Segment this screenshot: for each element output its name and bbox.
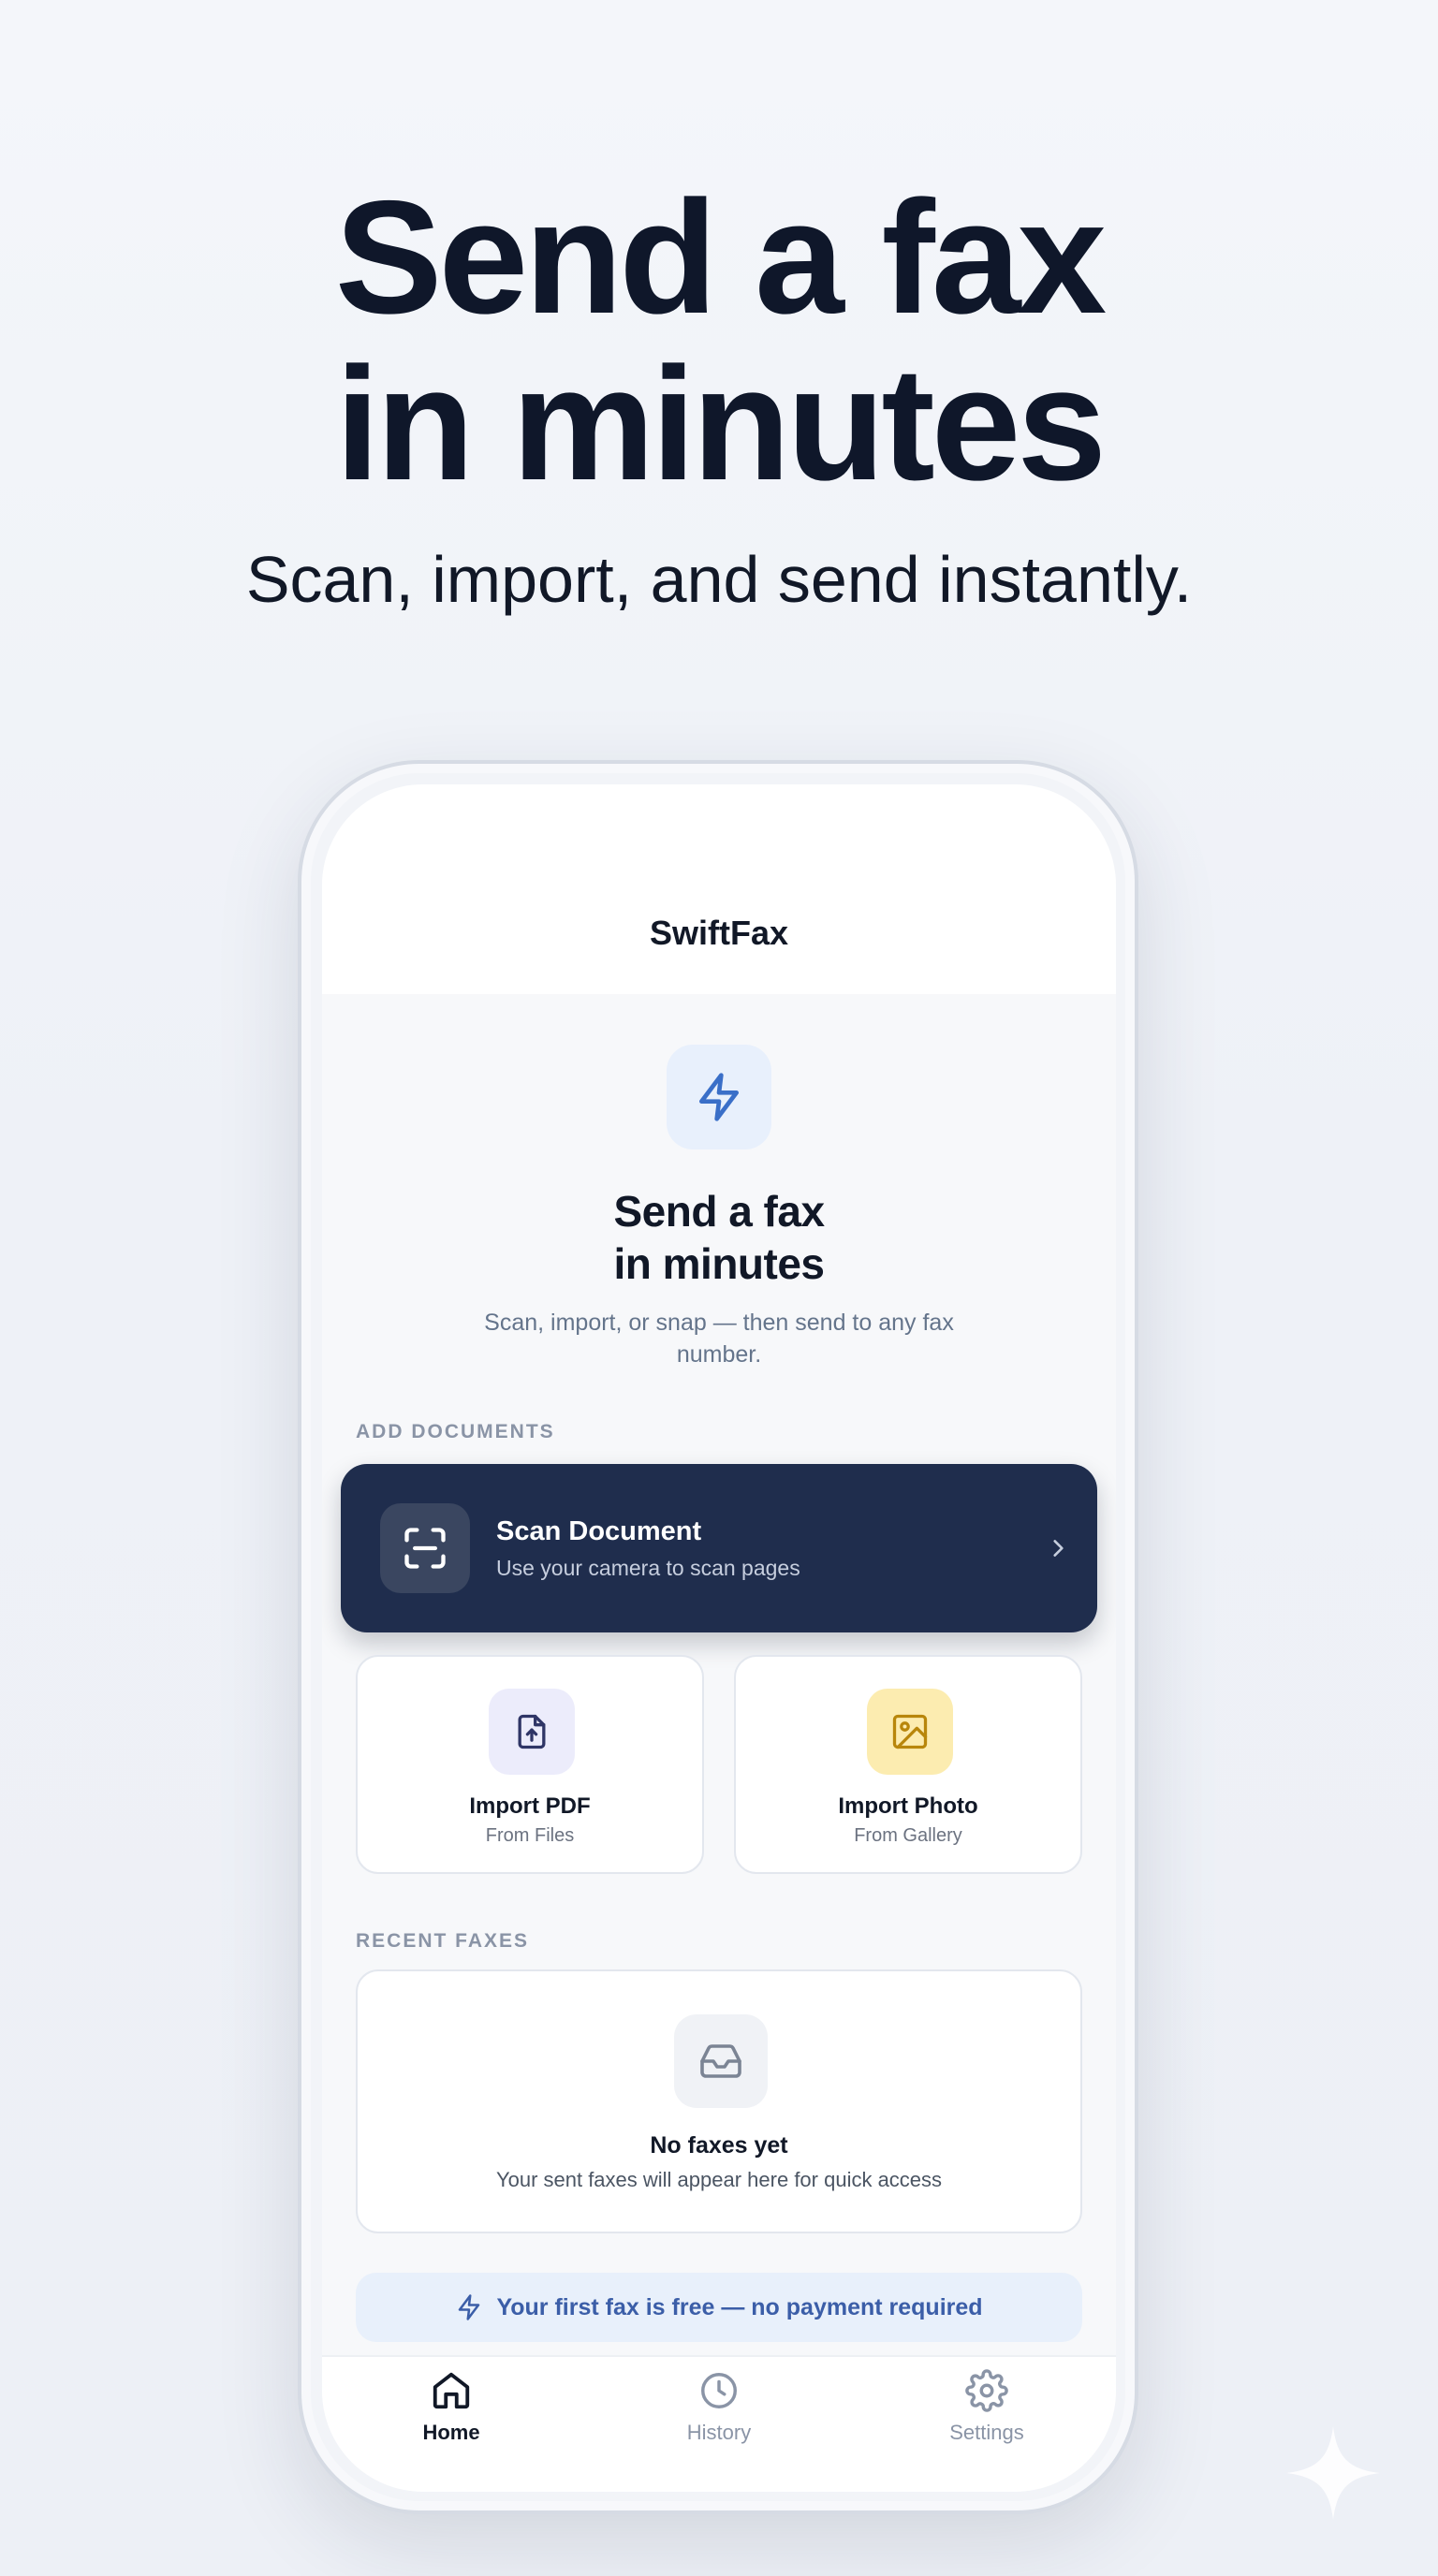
section-label-recent-faxes: RECENT FAXES — [356, 1930, 530, 1952]
hero-subtitle: Scan, import, or snap — then send to any… — [484, 1310, 954, 1368]
hero-title: Send a fax in minutes — [322, 1185, 1116, 1290]
image-icon — [867, 1689, 953, 1775]
tab-home-label: Home — [422, 2421, 480, 2444]
import-pdf-button[interactable]: Import PDF From Files — [356, 1655, 704, 1874]
scan-document-title: Scan Document — [496, 1516, 702, 1546]
free-fax-banner[interactable]: Your first fax is free — no payment requ… — [356, 2273, 1082, 2342]
bottom-tab-bar: Home History Settings — [322, 2355, 1116, 2492]
import-photo-button[interactable]: Import Photo From Gallery — [734, 1655, 1082, 1874]
recent-faxes-empty-state: No faxes yet Your sent faxes will appear… — [356, 1969, 1082, 2233]
import-photo-subtitle: From Gallery — [854, 1825, 962, 1846]
import-pdf-subtitle: From Files — [485, 1825, 575, 1846]
tab-history[interactable]: History — [635, 2366, 803, 2445]
tab-settings-label: Settings — [949, 2421, 1024, 2444]
tab-settings[interactable]: Settings — [902, 2366, 1071, 2445]
hero-title-line-1: Send a fax — [613, 1187, 825, 1236]
home-icon — [427, 2366, 476, 2415]
phone-screen: SwiftFax Send a fax in minutes Scan, imp… — [322, 784, 1116, 2492]
scan-document-button[interactable]: Scan Document Use your camera to scan pa… — [341, 1464, 1097, 1632]
tab-history-label: History — [686, 2421, 752, 2444]
sparkle-icon — [1286, 2426, 1380, 2520]
empty-state-subtitle: Your sent faxes will appear here for qui… — [495, 2168, 943, 2191]
gear-icon — [962, 2366, 1011, 2415]
file-upload-icon — [489, 1689, 575, 1775]
empty-state-title: No faxes yet — [650, 2132, 788, 2159]
lightning-icon — [667, 1045, 771, 1149]
lightning-icon — [455, 2293, 483, 2321]
app-title: SwiftFax — [649, 914, 789, 952]
clock-icon — [695, 2366, 743, 2415]
section-label-add-documents: ADD DOCUMENTS — [356, 1421, 555, 1442]
tab-home[interactable]: Home — [367, 2366, 536, 2445]
app-header: SwiftFax — [322, 784, 1116, 994]
scan-frame-icon — [380, 1503, 470, 1593]
scan-document-subtitle: Use your camera to scan pages — [496, 1556, 800, 1580]
marketing-headline-line-2: in minutes — [334, 334, 1107, 514]
marketing-headline: Send a fax in minutes — [0, 174, 1438, 507]
import-photo-title: Import Photo — [838, 1793, 978, 1819]
marketing-headline-line-1: Send a fax — [334, 168, 1107, 347]
marketing-subhead: Scan, import, and send instantly. — [245, 543, 1193, 616]
chevron-right-icon — [1041, 1531, 1075, 1565]
import-pdf-title: Import PDF — [469, 1793, 591, 1819]
inbox-icon — [674, 2014, 768, 2108]
hero-title-line-2: in minutes — [613, 1239, 825, 1288]
free-fax-banner-text: Your first fax is free — no payment requ… — [496, 2293, 983, 2320]
